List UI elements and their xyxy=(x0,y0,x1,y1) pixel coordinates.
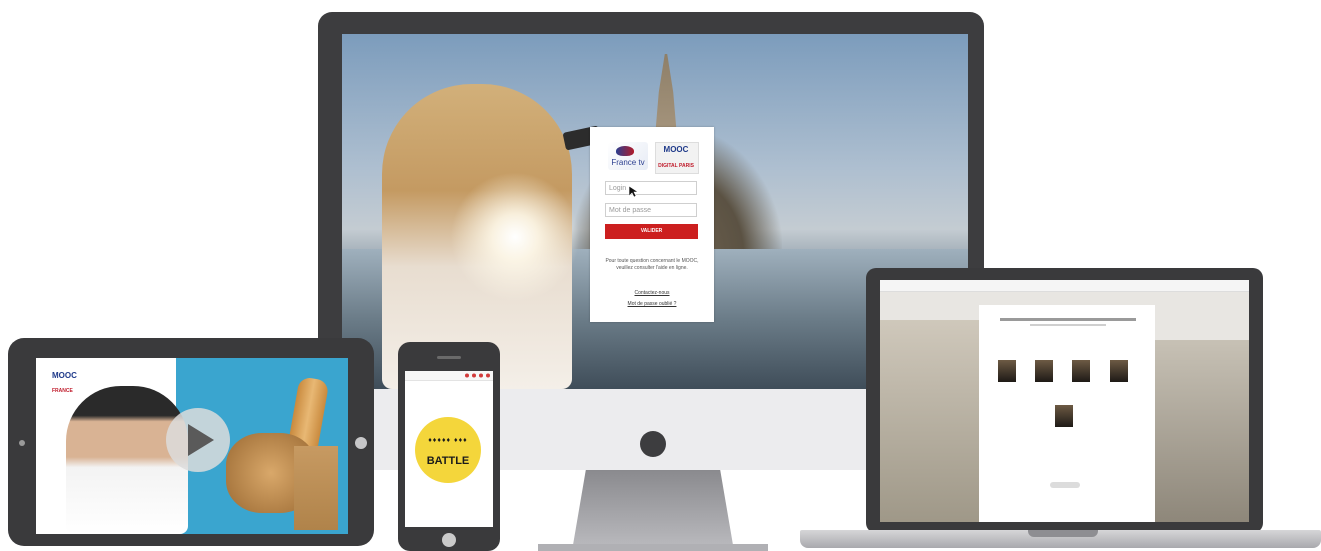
monitor-stand-base xyxy=(538,544,768,551)
portrait-option-2[interactable] xyxy=(1035,360,1053,382)
mooc-logo-subtext: DIGITAL PARIS xyxy=(658,163,694,169)
header-icons xyxy=(465,373,490,378)
video-presenter xyxy=(66,386,188,534)
quiz-question xyxy=(1000,318,1136,321)
ruins-left xyxy=(880,320,980,522)
browser-toolbar xyxy=(880,280,1249,292)
tablet-screen: MOOC FRANCE xyxy=(36,358,348,534)
portrait-option-5[interactable] xyxy=(1055,405,1073,427)
tablet-mooc-logo-sub: FRANCE xyxy=(52,388,73,394)
battle-crowd-icon: ♦♦♦♦♦ ♦♦♦ xyxy=(428,437,468,444)
quiz-next-button[interactable] xyxy=(1050,482,1080,488)
login-input[interactable]: Login xyxy=(605,181,697,195)
forgot-password-link[interactable]: Mot de passe oublié ? xyxy=(600,301,704,307)
portrait-option-4[interactable] xyxy=(1110,360,1128,382)
bread-bag xyxy=(294,446,338,530)
phone-speaker xyxy=(437,356,461,359)
battle-badge[interactable] xyxy=(415,417,481,483)
portrait-option-3[interactable] xyxy=(1072,360,1090,382)
play-icon xyxy=(188,424,214,456)
tablet-mooc-logo: MOOC xyxy=(52,371,77,380)
battle-label: BATTLE xyxy=(426,455,470,467)
mooc-logo-text: MOOC xyxy=(663,145,689,154)
ruins-right xyxy=(1154,340,1249,522)
sun-glare xyxy=(450,172,580,302)
monitor-stand xyxy=(573,470,733,545)
quiz-subtitle xyxy=(1030,324,1106,326)
login-info-text: Pour toute question concernant le MOOC, … xyxy=(605,258,699,271)
phone-screen: ♦♦♦♦♦ ♦♦♦ BATTLE xyxy=(405,371,493,527)
contact-link[interactable]: Contactez-nous xyxy=(600,290,704,296)
portrait-option-1[interactable] xyxy=(998,360,1016,382)
france-tv-logo-mark xyxy=(616,146,634,156)
laptop-screen xyxy=(880,280,1249,522)
france-tv-logo-text: France tv xyxy=(611,158,645,167)
phone-home-button xyxy=(442,533,456,547)
mouse-cursor-icon xyxy=(629,186,639,198)
monitor-logo-button xyxy=(640,431,666,457)
tablet-home-button xyxy=(355,437,367,449)
validate-button[interactable]: VALIDER xyxy=(605,224,698,239)
password-input[interactable]: Mot de passe xyxy=(605,203,697,217)
laptop-notch xyxy=(1028,530,1098,537)
tablet-camera xyxy=(19,440,25,446)
